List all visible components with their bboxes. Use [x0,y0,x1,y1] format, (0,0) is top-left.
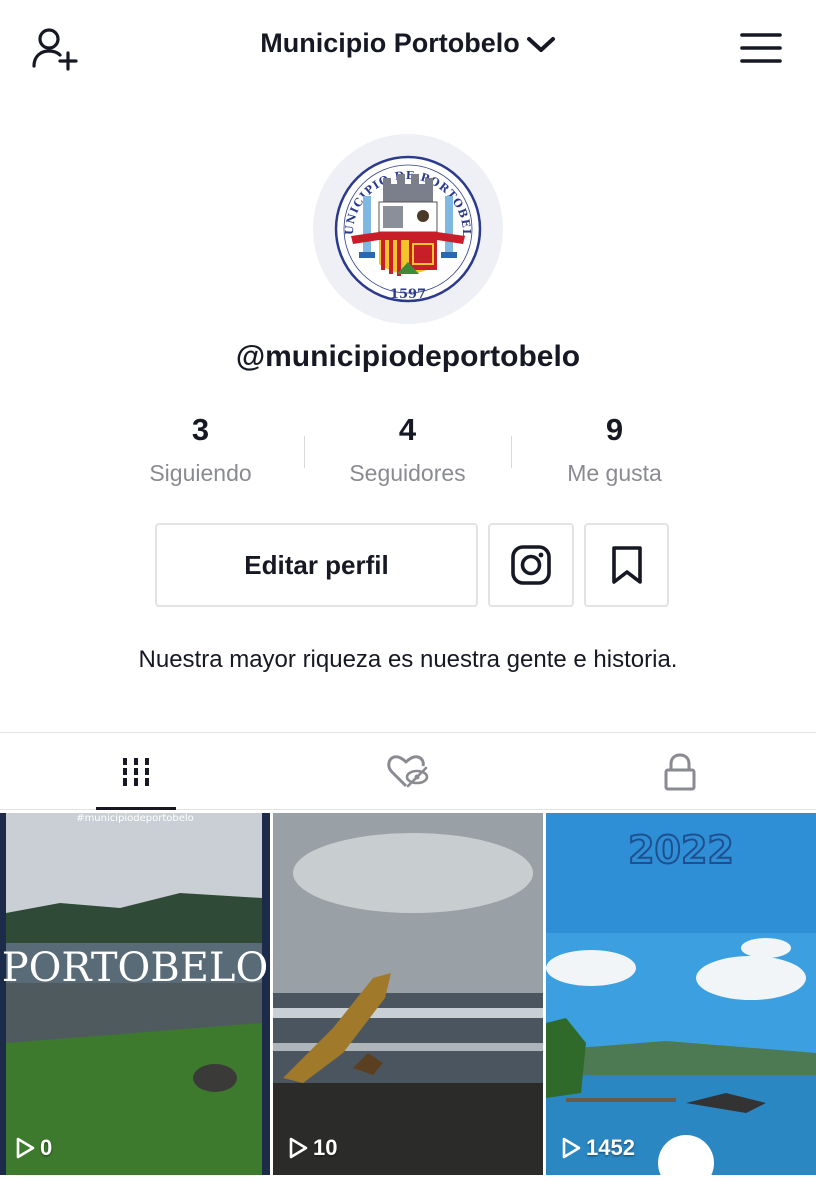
svg-text:#municipiodeportobelo: #municipiodeportobelo [76,813,194,824]
lock-icon [664,752,696,790]
instagram-icon [511,545,551,585]
bookmark-button[interactable] [584,523,669,607]
play-count: 10 [287,1135,337,1161]
stat-label: Me gusta [567,460,662,486]
play-icon [562,1137,581,1159]
municipal-seal-logo: MUNICIPIO DE PORTOBELO 1597 [313,134,482,303]
stat-likes[interactable]: 9 Me gusta [511,410,718,487]
video-thumbnail[interactable]: #municipiodeportobelo PORTOBELO 0 [0,813,270,1175]
stat-label: Siguiendo [149,460,252,486]
edit-profile-button[interactable]: Editar perfil [155,523,478,607]
stat-following[interactable]: 3 Siguiendo [97,410,304,487]
liked-hidden-icon [387,754,429,787]
instagram-button[interactable] [488,523,574,607]
avatar[interactable]: MUNICIPIO DE PORTOBELO 1597 [313,134,503,324]
svg-text:1597: 1597 [390,287,426,302]
profile-handle: @municipiodeportobelo [235,340,581,373]
video-thumbnail-image: 2022 [546,813,816,1175]
stat-value: 3 [191,412,210,447]
video-thumbnail-image: #municipiodeportobelo PORTOBELO [0,813,270,1175]
play-count-value: 10 [313,1135,338,1160]
top-bar: Municipio Portobelo [0,0,816,96]
tab-private[interactable] [544,733,816,810]
video-thumbnail[interactable]: 10 [273,813,543,1175]
chevron-down-icon [526,36,555,52]
play-count: 1452 [560,1135,635,1161]
tab-liked[interactable] [272,733,544,810]
menu-icon [740,33,782,63]
play-count-value: 1452 [586,1135,635,1160]
svg-text:2022: 2022 [628,828,734,872]
stat-followers[interactable]: 4 Seguidores [304,410,511,487]
account-switcher[interactable]: Municipio Portobelo [260,28,555,59]
video-grid: #municipiodeportobelo PORTOBELO 0 10 202… [0,813,816,1175]
video-thumbnail[interactable]: 2022 1452 [546,813,816,1175]
play-icon [16,1137,35,1159]
stat-label: Seguidores [349,460,466,486]
play-count: 0 [14,1135,52,1161]
play-icon [289,1137,308,1159]
profile-stats: 3 Siguiendo 4 Seguidores 9 Me gusta [97,410,719,500]
stat-value: 9 [605,412,624,447]
stat-value: 4 [398,412,417,447]
svg-text:PORTOBELO: PORTOBELO [2,945,269,991]
tab-videos[interactable] [0,733,272,810]
menu-button[interactable] [740,30,782,66]
videos-grid-icon [123,757,149,786]
active-tab-indicator [96,807,176,810]
video-thumbnail-image [273,813,543,1175]
page-title: Municipio Portobelo [260,28,520,58]
profile-bio: Nuestra mayor riqueza es nuestra gente e… [138,646,678,673]
content-tabs [0,732,816,810]
play-count-value: 0 [40,1135,53,1160]
bookmark-icon [611,546,642,584]
